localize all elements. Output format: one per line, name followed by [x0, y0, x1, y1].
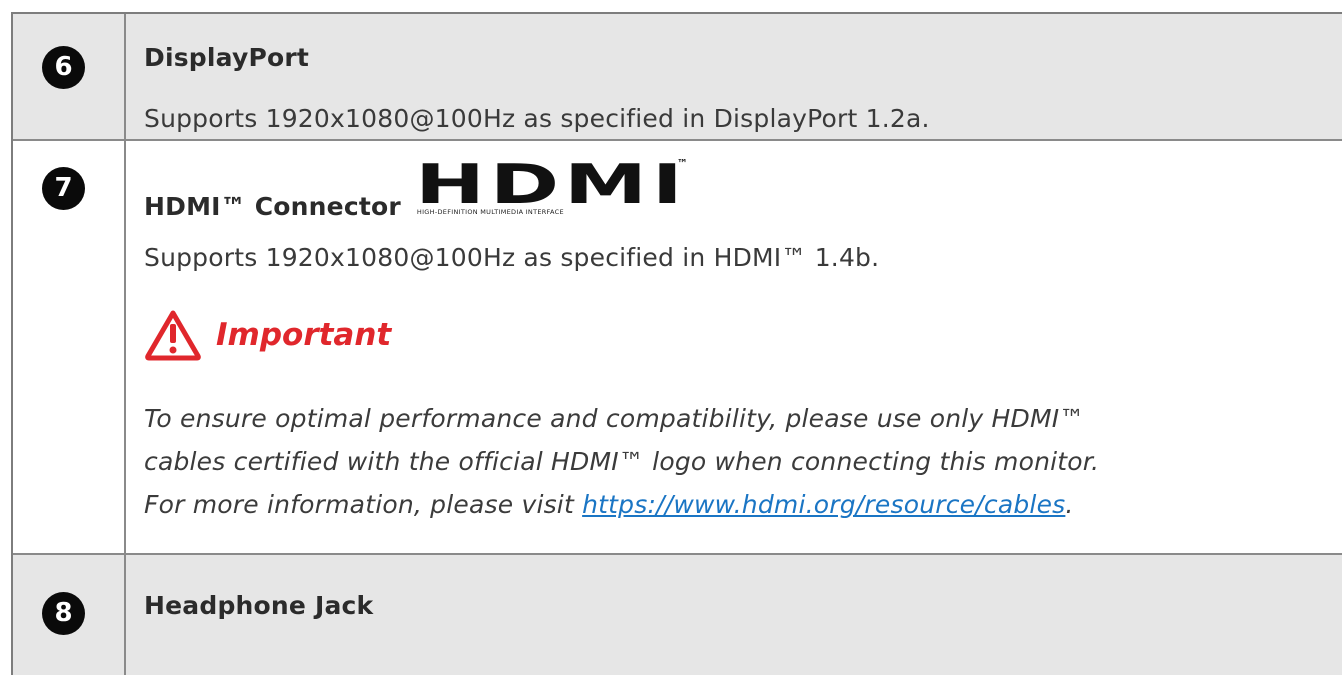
hdmi-logo: HDMI ™ HIGH-DEFINITION MULTIMEDIA INTERF…: [414, 153, 688, 219]
number-cell: 8: [13, 555, 126, 675]
important-callout: Important: [144, 309, 391, 361]
note-line-1: To ensure optimal performance and compat…: [144, 404, 1085, 433]
item-number-badge: 8: [42, 592, 85, 635]
note-line-2: cables certified with the official HDMI™…: [144, 447, 1100, 476]
spec-row-displayport: 6 DisplayPort Supports 1920x1080@100Hz a…: [13, 14, 1342, 141]
item-number-badge: 7: [42, 167, 85, 210]
row-title: Headphone Jack: [144, 591, 374, 620]
content-cell: Headphone Jack: [126, 555, 1342, 675]
row-title: HDMI™ Connector: [144, 192, 401, 221]
content-cell: HDMI™ Connector HDMI ™ HIGH-DEFINITION M…: [126, 141, 1342, 553]
row-title: DisplayPort: [144, 43, 310, 72]
row-description: Supports 1920x1080@100Hz as specified in…: [144, 104, 930, 133]
content-cell: DisplayPort Supports 1920x1080@100Hz as …: [126, 14, 1342, 139]
item-number-badge: 6: [42, 46, 85, 89]
warning-triangle-icon: [145, 310, 201, 361]
note-line-3: For more information, please visit https…: [144, 483, 1099, 526]
spec-row-headphone-jack: 8 Headphone Jack: [13, 555, 1342, 675]
hdmi-cables-link[interactable]: https://www.hdmi.org/resource/cables: [582, 490, 1065, 519]
row-description: Supports 1920x1080@100Hz as specified in…: [144, 243, 880, 272]
note-line-3-suffix: .: [1065, 490, 1074, 519]
number-cell: 6: [13, 14, 126, 139]
row-title-line: HDMI™ Connector HDMI ™ HIGH-DEFINITION M…: [144, 153, 688, 222]
spec-row-hdmi: 7 HDMI™ Connector HDMI ™ HIGH-DEFINITION…: [13, 141, 1342, 555]
hdmi-logo-trademark: ™: [676, 157, 688, 170]
connector-spec-table: 6 DisplayPort Supports 1920x1080@100Hz a…: [11, 12, 1342, 675]
note-line-3-prefix: For more information, please visit: [144, 490, 583, 519]
number-cell: 7: [13, 141, 126, 553]
important-note: To ensure optimal performance and compat…: [144, 397, 1099, 526]
hdmi-logo-subtitle: HIGH-DEFINITION MULTIMEDIA INTERFACE: [416, 208, 564, 216]
hdmi-logo-word: HDMI: [414, 153, 688, 216]
important-label: Important: [216, 317, 392, 353]
